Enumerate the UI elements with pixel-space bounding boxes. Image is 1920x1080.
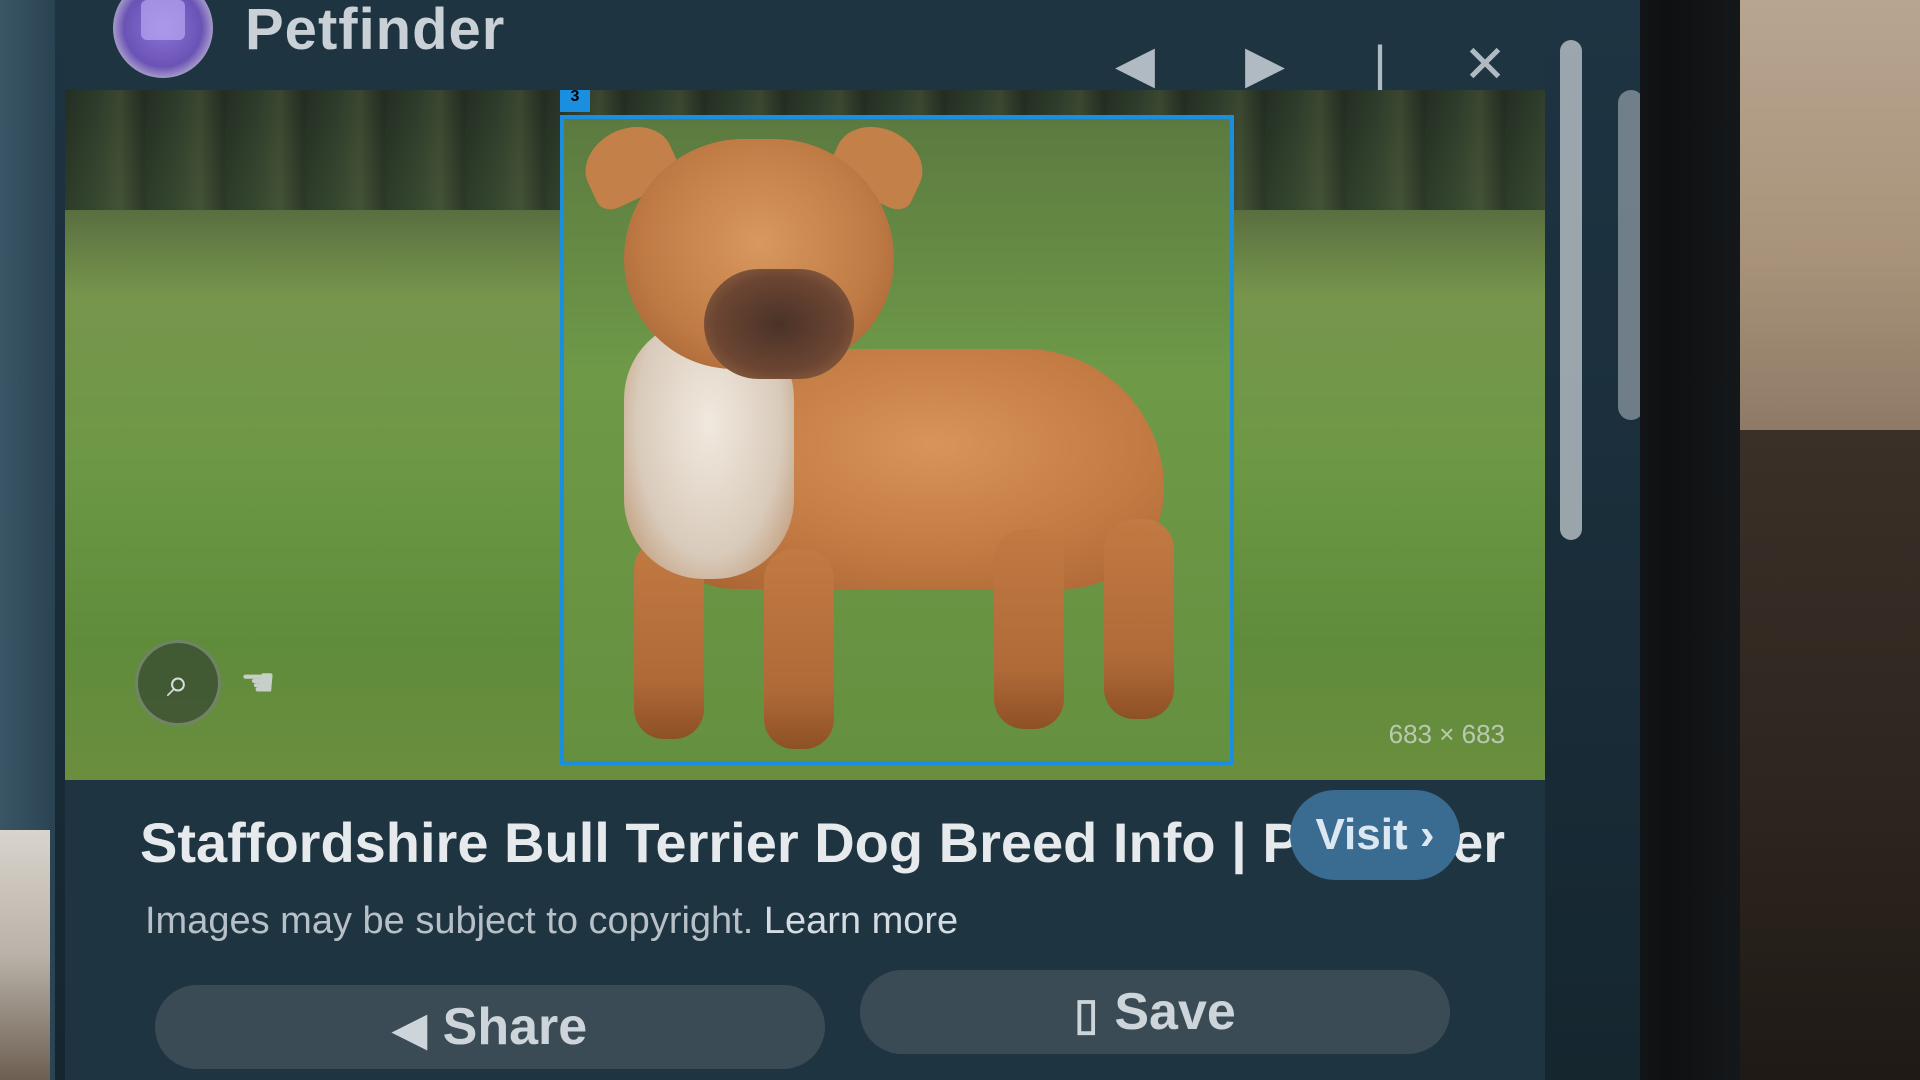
save-label: Save: [1114, 983, 1236, 1041]
result-info: Staffordshire Bull Terrier Dog Breed Inf…: [65, 780, 1545, 1080]
share-label: Share: [442, 998, 588, 1056]
image-preview-panel: Petfinder ◀ ▶ | ✕ 3 ⌕ ☚ 683 × 683 Staffo…: [65, 0, 1545, 1080]
monitor-screen: Petfinder ◀ ▶ | ✕ 3 ⌕ ☚ 683 × 683 Staffo…: [0, 0, 1640, 1080]
save-button[interactable]: ▯ Save: [860, 970, 1450, 1054]
copyright-notice: Images may be subject to copyright. Lear…: [145, 900, 958, 943]
hand-cursor-icon: ☚: [240, 661, 276, 705]
visit-label: Visit: [1315, 810, 1408, 859]
image-dimensions: 683 × 683: [1388, 719, 1505, 749]
dog-muzzle: [704, 269, 854, 379]
preview-image[interactable]: 3 ⌕ ☚ 683 × 683: [65, 90, 1545, 780]
learn-more-link[interactable]: Learn more: [764, 900, 958, 942]
share-button[interactable]: ◀ Share: [155, 985, 825, 1069]
copyright-text: Images may be subject to copyright.: [145, 900, 754, 942]
preview-scrollbar[interactable]: [1560, 40, 1582, 540]
site-logo[interactable]: [113, 0, 213, 78]
visit-button[interactable]: Visit ›: [1290, 790, 1460, 880]
bookmark-icon: ▯: [1074, 990, 1099, 1039]
site-name[interactable]: Petfinder: [245, 0, 505, 63]
lens-search-icon[interactable]: ⌕: [135, 640, 221, 726]
chevron-right-icon: ›: [1419, 810, 1435, 859]
dog-leg: [1104, 519, 1174, 719]
dog-leg: [764, 549, 834, 749]
room-wall: [1715, 0, 1920, 430]
selected-dog-region[interactable]: [560, 115, 1234, 765]
left-thumbnail[interactable]: [0, 830, 50, 1080]
room-floor: [1715, 430, 1920, 1080]
dog-leg: [994, 529, 1064, 729]
selection-marker: 3: [560, 90, 590, 112]
preview-header: Petfinder ◀ ▶ | ✕: [65, 0, 1545, 94]
page-scrollbar[interactable]: [1618, 90, 1640, 420]
share-icon: ◀: [392, 1005, 427, 1054]
